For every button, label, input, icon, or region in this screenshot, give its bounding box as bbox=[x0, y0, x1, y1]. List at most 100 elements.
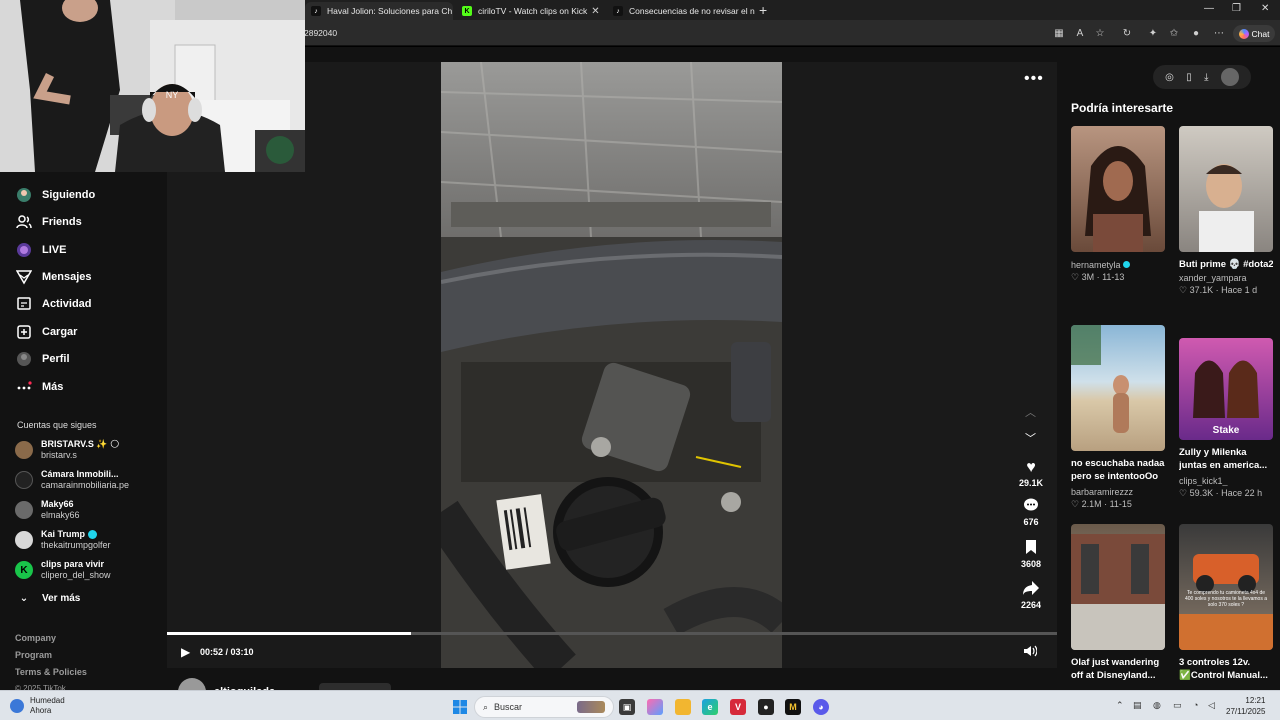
clock-time: 12:21 bbox=[1245, 696, 1266, 705]
nav-label: Cargar bbox=[42, 326, 78, 338]
video-thumbnail: Te comprendo tu camioneta 4x4 de 400 sol… bbox=[1179, 524, 1273, 650]
previous-video-icon[interactable]: ︿ bbox=[1025, 404, 1036, 420]
video-frame[interactable] bbox=[441, 62, 782, 668]
star-icon[interactable]: ☆ bbox=[1094, 27, 1106, 39]
close-window-icon[interactable]: ✕ bbox=[1261, 3, 1269, 14]
card-meta: ♡ 59.3K · Hace 22 h bbox=[1179, 488, 1263, 498]
tab-title: ciriloTV - Watch clips on Kick bbox=[478, 6, 588, 16]
nav-friends[interactable]: Friends bbox=[15, 212, 82, 232]
close-icon[interactable]: ✕ bbox=[452, 6, 453, 17]
menu-dots-icon[interactable]: ⋯ bbox=[1213, 27, 1225, 39]
card-title: Olaf just wandering off at Disneyland... bbox=[1071, 657, 1160, 681]
card-title: Zully y Milenka juntas en america... bbox=[1179, 447, 1268, 471]
footer-link[interactable]: Program bbox=[15, 650, 52, 660]
grid-icon[interactable]: ▦ bbox=[1053, 27, 1065, 39]
account-handle: clipero_del_show bbox=[41, 570, 111, 580]
following-account[interactable]: Maky66 elmaky66 bbox=[15, 497, 80, 523]
nav-label: Más bbox=[42, 381, 64, 393]
red-app-icon[interactable]: V bbox=[730, 699, 746, 715]
kick-icon: K bbox=[15, 561, 33, 579]
live-icon bbox=[15, 241, 33, 259]
taskbar-clock[interactable]: 12:21 27/11/2025 bbox=[1226, 695, 1265, 717]
like-button[interactable]: ♥ 29.1K bbox=[1017, 458, 1045, 488]
nav-activity[interactable]: Actividad bbox=[15, 294, 92, 314]
search-icon: ⌕ bbox=[483, 701, 489, 712]
edge-icon[interactable]: e bbox=[702, 699, 718, 715]
windows-start-icon[interactable] bbox=[452, 699, 468, 715]
favorites-icon[interactable]: ✩ bbox=[1168, 27, 1180, 39]
copilot-app-icon[interactable] bbox=[647, 699, 663, 715]
app-m-icon[interactable]: M bbox=[785, 699, 801, 715]
network-icon[interactable]: ◍ bbox=[1153, 700, 1161, 711]
nav-messages[interactable]: Mensajes bbox=[15, 267, 92, 287]
compass-icon[interactable]: ◎ bbox=[1165, 72, 1174, 83]
wifi-icon[interactable]: ◔ bbox=[1193, 700, 1198, 710]
video-time: 00:52 / 03:10 bbox=[200, 647, 254, 657]
translate-icon[interactable]: A bbox=[1074, 27, 1086, 39]
svg-text:Stake: Stake bbox=[1213, 425, 1240, 436]
avatar[interactable] bbox=[1220, 68, 1239, 86]
tab-3[interactable]: ♪ Consecuencias de no revisar el ni ✕ bbox=[607, 2, 755, 20]
next-video-icon[interactable]: ﹀ bbox=[1025, 430, 1036, 446]
volume-icon[interactable] bbox=[1023, 645, 1038, 660]
nav-label: Siguiendo bbox=[42, 189, 96, 201]
card-user: xander_yampara bbox=[1179, 273, 1247, 283]
file-explorer-icon[interactable] bbox=[675, 699, 691, 715]
extension-icon[interactable]: ✦ bbox=[1147, 27, 1159, 39]
steam-icon[interactable]: ● bbox=[758, 699, 774, 715]
suggested-video-card[interactable]: Te comprendo tu camioneta 4x4 de 400 sol… bbox=[1179, 524, 1273, 684]
download-icon[interactable]: ⤓ bbox=[1204, 72, 1208, 83]
nav-upload[interactable]: Cargar bbox=[15, 322, 77, 342]
maximize-icon[interactable]: ❐ bbox=[1232, 3, 1241, 14]
footer-link[interactable]: Terms & Policies bbox=[15, 667, 87, 677]
share-button[interactable]: 2264 bbox=[1017, 580, 1045, 610]
more-options-icon[interactable]: ••• bbox=[1024, 70, 1044, 88]
minimize-icon[interactable]: — bbox=[1204, 3, 1214, 14]
tray-chevron-icon[interactable]: ⌃ bbox=[1116, 700, 1124, 711]
tab-2[interactable]: K ciriloTV - Watch clips on Kick ✕ bbox=[456, 2, 604, 20]
following-account[interactable]: Cámara Inmobili... camarainmobiliaria.pe bbox=[15, 467, 129, 493]
tab-1[interactable]: ♪ Haval Jolion: Soluciones para Ch ✕ bbox=[305, 2, 453, 20]
nav-more[interactable]: Más bbox=[15, 377, 63, 397]
tray-app-icon[interactable]: ▤ bbox=[1133, 700, 1142, 711]
suggested-video-card[interactable]: Olaf just wandering off at Disneyland... bbox=[1071, 524, 1165, 684]
suggested-video-card[interactable]: hernametyla ♡ 3M · 11-13 bbox=[1071, 126, 1165, 283]
close-icon[interactable]: ✕ bbox=[587, 6, 599, 17]
following-account[interactable]: K clips para vivir clipero_del_show bbox=[15, 557, 111, 583]
play-icon[interactable]: ▶ bbox=[181, 645, 190, 659]
see-more-button[interactable]: ⌄ Ver más bbox=[15, 588, 81, 608]
new-tab-icon[interactable]: + bbox=[759, 2, 767, 18]
video-progress-bar[interactable] bbox=[167, 632, 1057, 635]
messages-icon bbox=[15, 268, 33, 286]
upload-icon bbox=[15, 323, 33, 341]
nav-label: LIVE bbox=[42, 244, 67, 256]
suggested-video-card[interactable]: no escuchaba nadaa pero se intentooOo ba… bbox=[1071, 325, 1165, 510]
video-thumbnail bbox=[1071, 126, 1165, 252]
footer-link[interactable]: Company bbox=[15, 633, 56, 643]
profile-avatar-icon[interactable]: ● bbox=[1190, 27, 1202, 39]
suggested-video-card[interactable]: Stake Zully y Milenka juntas en america.… bbox=[1179, 338, 1273, 499]
suggested-video-card[interactable]: Buti prime 💀 #dota2 #dota #but... xander… bbox=[1179, 126, 1273, 296]
following-account[interactable]: Kai Trump thekaitrumpgolfer bbox=[15, 527, 111, 553]
url-text[interactable]: 2892040 bbox=[304, 28, 337, 38]
speaker-icon[interactable]: ◁ bbox=[1208, 700, 1215, 711]
card-title: no escuchaba nadaa pero se intentooOo bbox=[1071, 458, 1165, 482]
copilot-chat-button[interactable]: Chat bbox=[1233, 25, 1275, 42]
video-thumbnail bbox=[1179, 126, 1273, 252]
nav-following[interactable]: Siguiendo bbox=[15, 185, 95, 205]
following-section-title: Cuentas que sigues bbox=[17, 420, 97, 430]
phone-icon[interactable]: ▯ bbox=[1186, 72, 1192, 83]
taskbar-search[interactable]: ⌕ Buscar bbox=[474, 696, 614, 718]
save-count: 3608 bbox=[1020, 559, 1042, 569]
thumbnail-caption: Te comprendo tu camioneta 4x4 de 400 sol… bbox=[1185, 590, 1267, 608]
weather-widget[interactable]: Humedad Ahora bbox=[10, 696, 65, 716]
discord-icon[interactable]: ◕ bbox=[813, 699, 829, 715]
following-account[interactable]: BRISTARV.S ✨ 🌕 bristarv.s bbox=[15, 437, 119, 463]
nav-profile[interactable]: Perfil bbox=[15, 349, 70, 369]
task-view-icon[interactable]: ▣ bbox=[619, 699, 635, 715]
refresh-icon[interactable]: ↻ bbox=[1121, 27, 1133, 39]
battery-icon[interactable]: ▭ bbox=[1173, 700, 1182, 711]
nav-live[interactable]: LIVE bbox=[15, 240, 66, 260]
comment-button[interactable]: 676 bbox=[1017, 497, 1045, 527]
save-button[interactable]: 3608 bbox=[1017, 539, 1045, 569]
